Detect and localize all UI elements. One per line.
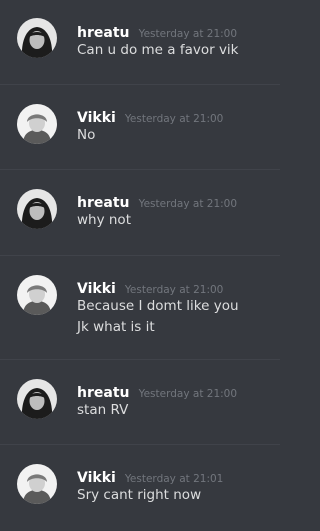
chat-message: hreatu Yesterday at 21:00 stan RV [0,359,280,444]
vikki-avatar-icon [17,275,57,315]
chat-message: Vikki Yesterday at 21:00 No [0,84,280,169]
avatar[interactable] [17,379,57,419]
hreatu-avatar-icon [17,18,57,58]
message-text: Sry cant right now [77,487,202,503]
hreatu-avatar-icon [17,189,57,229]
avatar[interactable] [17,18,57,58]
message-text: stan RV [77,402,129,418]
message-text: No [77,127,96,143]
vikki-avatar-icon [17,464,57,504]
timestamp: Yesterday at 21:00 [124,284,224,296]
timestamp: Yesterday at 21:00 [138,198,238,210]
avatar[interactable] [17,189,57,229]
avatar[interactable] [17,104,57,144]
timestamp: Yesterday at 21:00 [138,28,238,40]
message-text: Can u do me a favor vik [77,42,239,58]
chat-message: hreatu Yesterday at 21:00 why not [0,169,280,255]
hreatu-avatar-icon [17,379,57,419]
chat-message: Vikki Yesterday at 21:01 Sry cant right … [0,444,280,531]
message-header: hreatu Yesterday at 21:00 [77,192,237,211]
timestamp: Yesterday at 21:00 [138,388,238,400]
vikki-avatar-icon [17,104,57,144]
chat-message: hreatu Yesterday at 21:00 Can u do me a … [0,0,280,84]
username[interactable]: Vikki [77,281,116,297]
username[interactable]: Vikki [77,110,116,126]
username[interactable]: hreatu [77,385,129,401]
timestamp: Yesterday at 21:00 [124,113,224,125]
message-header: Vikki Yesterday at 21:00 [77,107,223,126]
username[interactable]: hreatu [77,25,129,41]
message-header: hreatu Yesterday at 21:00 [77,382,237,401]
avatar[interactable] [17,464,57,504]
timestamp: Yesterday at 21:01 [124,473,224,485]
message-text: Because I domt like you [77,298,239,314]
message-header: hreatu Yesterday at 21:00 [77,22,237,41]
username[interactable]: hreatu [77,195,129,211]
message-header: Vikki Yesterday at 21:00 [77,278,223,297]
message-header: Vikki Yesterday at 21:01 [77,467,223,486]
avatar[interactable] [17,275,57,315]
chat-message: Vikki Yesterday at 21:00 Because I domt … [0,255,280,359]
chat-message-list: hreatu Yesterday at 21:00 Can u do me a … [0,0,280,531]
message-text: why not [77,212,131,228]
username[interactable]: Vikki [77,470,116,486]
message-text: Jk what is it [77,319,155,335]
